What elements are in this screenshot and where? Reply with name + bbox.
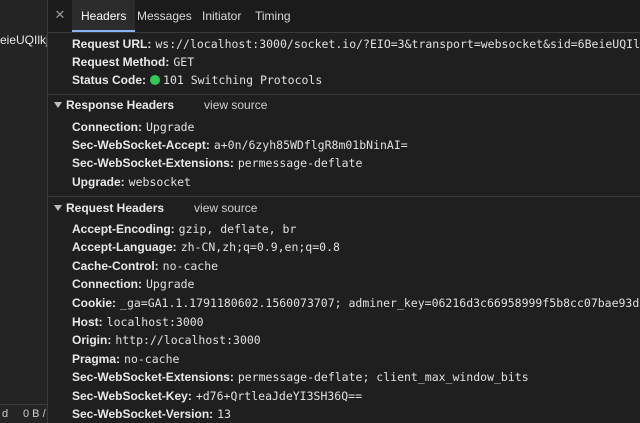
close-icon[interactable]: ✕ — [53, 8, 67, 22]
tab-messages[interactable]: Messages — [137, 0, 192, 32]
request-header-row: Pragma: no-cache — [72, 352, 180, 366]
response-header-row: Sec-WebSocket-Extensions: permessage-defl… — [72, 156, 363, 170]
general-request-method: Request Method: GET — [72, 55, 195, 69]
tab-timing[interactable]: Timing — [255, 0, 291, 32]
tab-label: Timing — [255, 9, 291, 23]
request-header-row: Sec-WebSocket-Key: +d76+QrtleaJdeYI3SH36Q… — [72, 389, 362, 403]
view-source-link[interactable]: view source — [204, 98, 267, 112]
request-header-row: Cookie: _ga=GA1.1.1791180602.1560073707; … — [72, 296, 640, 310]
tab-label: Initiator — [202, 9, 242, 23]
status-dot-icon — [150, 75, 161, 85]
request-header-row: Cache-Control: no-cache — [72, 259, 219, 273]
transfer-size: 0 B / — [23, 408, 46, 420]
request-headers-section-toggle[interactable]: Request Headers view source — [54, 199, 257, 217]
request-header-row: Connection: Upgrade — [72, 277, 195, 291]
request-header-row: Sec-WebSocket-Version: 13 — [72, 407, 232, 421]
response-header-row: Sec-WebSocket-Accept: a+0n/6zyh85WDflgR8m… — [72, 138, 408, 152]
chevron-down-icon — [54, 102, 62, 108]
tab-headers[interactable]: Headers — [72, 0, 136, 32]
request-list: eieUQIlkj d 0 B / — [0, 0, 48, 423]
request-header-row: Origin: http://localhost:3000 — [72, 333, 261, 347]
response-header-row: Upgrade: websocket — [72, 175, 191, 189]
response-headers-section-toggle[interactable]: Response Headers view source — [54, 96, 267, 114]
request-header-row: Host: localhost:3000 — [72, 315, 204, 329]
request-header-row: Accept-Encoding: gzip, deflate, br — [72, 222, 297, 236]
request-header-row: Accept-Language: zh-CN,zh;q=0.9,en;q=0.8 — [72, 240, 340, 254]
chevron-down-icon — [54, 205, 62, 211]
tab-label: Headers — [81, 9, 127, 23]
general-request-url: Request URL: ws://localhost:3000/socket.i… — [72, 35, 640, 53]
devtools-network-panel: eieUQIlkj d 0 B / ✕ Headers Messages Ini… — [0, 0, 640, 423]
general-status-code: Status Code: 101 Switching Protocols — [72, 73, 323, 87]
status-bar-text: d — [2, 408, 9, 420]
detail-tab-bar: ✕ Headers Messages Initiator Timing — [48, 0, 640, 33]
headers-content: Request URL: ws://localhost:3000/socket.i… — [48, 33, 640, 423]
section-divider — [48, 196, 640, 197]
section-divider — [48, 94, 640, 95]
tab-label: Messages — [137, 9, 192, 23]
request-list-item[interactable]: eieUQIlkj — [0, 30, 47, 50]
request-header-row: Sec-WebSocket-Extensions: permessage-defl… — [72, 370, 529, 384]
status-bar: d 0 B / — [0, 404, 47, 423]
request-name: eieUQIlkj — [0, 33, 47, 47]
view-source-link[interactable]: view source — [194, 201, 257, 215]
response-header-row: Connection: Upgrade — [72, 120, 195, 134]
tab-initiator[interactable]: Initiator — [202, 0, 241, 32]
request-url-value[interactable]: ws://localhost:3000/socket.io/?EIO=3&tra… — [155, 37, 640, 51]
